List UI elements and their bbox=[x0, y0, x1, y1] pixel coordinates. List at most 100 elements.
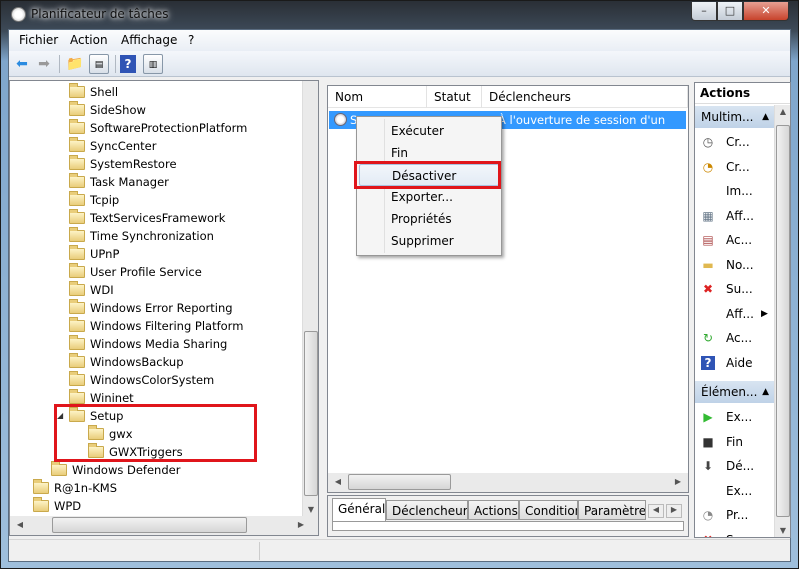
close-button[interactable]: ✕ bbox=[743, 2, 789, 21]
task-list-horizontal-scrollbar[interactable]: ◀ ▶ bbox=[328, 473, 688, 492]
action-pane-icon[interactable]: ▥ bbox=[143, 54, 163, 74]
context-menu-item-3[interactable]: Exporter... bbox=[391, 186, 453, 208]
tree-item-label: Windows Media Sharing bbox=[90, 337, 228, 351]
scroll-right-arrow[interactable]: ▶ bbox=[293, 520, 309, 529]
tab-1[interactable]: Déclencheurs bbox=[386, 500, 468, 520]
collapse-arrow-icon[interactable]: ▲ bbox=[762, 106, 769, 128]
menu-fichier[interactable]: Fichier bbox=[19, 33, 58, 47]
action-item[interactable]: ⬇ Dé... bbox=[695, 454, 775, 478]
tree-item-windows-defender[interactable]: Windows Defender bbox=[10, 461, 300, 479]
tree-item-label: Task Manager bbox=[90, 175, 169, 189]
tree-item-windows-media-sharing[interactable]: Windows Media Sharing bbox=[10, 335, 300, 353]
actions-pane: Actions Multim... ▲ ◷ Cr... ◔ Cr... Im... ▦ Aff.… bbox=[694, 82, 791, 538]
tree-item-softwareprotectionplatform[interactable]: SoftwareProtectionPlatform bbox=[10, 119, 300, 137]
folder-icon bbox=[69, 227, 85, 242]
tree-item-label: WindowsBackup bbox=[90, 355, 184, 369]
maximize-button[interactable]: □ bbox=[717, 2, 743, 21]
tree-item-windows-filtering-platform[interactable]: Windows Filtering Platform bbox=[10, 317, 300, 335]
tree-item-upnp[interactable]: UPnP bbox=[10, 245, 300, 263]
folder-up-icon[interactable]: 📁 bbox=[65, 54, 85, 74]
tree-item-sideshow[interactable]: SideShow bbox=[10, 101, 300, 119]
tab-3[interactable]: Conditions bbox=[519, 500, 578, 520]
tree-item-wdi[interactable]: WDI bbox=[10, 281, 300, 299]
scroll-left-arrow[interactable]: ◀ bbox=[12, 520, 28, 529]
scroll-left-arrow[interactable]: ◀ bbox=[330, 477, 346, 486]
action-item[interactable]: ✖ Su... bbox=[695, 277, 775, 301]
tab-0[interactable]: Général bbox=[332, 498, 386, 522]
action-item[interactable]: ◷ Cr... bbox=[695, 130, 775, 154]
context-menu-item-0[interactable]: Exécuter bbox=[391, 120, 444, 142]
menu-action[interactable]: Action bbox=[70, 33, 108, 47]
tree-item-windows-error-reporting[interactable]: Windows Error Reporting bbox=[10, 299, 300, 317]
action-item[interactable]: Aff... ▶ bbox=[695, 302, 775, 326]
title-bar[interactable]: Planificateur de tâches – □ ✕ bbox=[1, 1, 799, 29]
folder-icon bbox=[69, 281, 85, 296]
scroll-thumb[interactable] bbox=[52, 517, 247, 533]
tree-item-synccenter[interactable]: SyncCenter bbox=[10, 137, 300, 155]
action-item[interactable]: ↻ Ac... bbox=[695, 326, 775, 350]
action-item[interactable]: ▦ Aff... bbox=[695, 204, 775, 228]
tree-item-user-profile-service[interactable]: User Profile Service bbox=[10, 263, 300, 281]
column-statut[interactable]: Statut bbox=[427, 86, 482, 108]
tree-item-tcpip[interactable]: Tcpip bbox=[10, 191, 300, 209]
action-item[interactable]: ◔ Cr... bbox=[695, 155, 775, 179]
action-item[interactable]: ▶ Ex... bbox=[695, 405, 775, 429]
scroll-down-arrow[interactable]: ▼ bbox=[303, 505, 318, 514]
action-label: Su... bbox=[726, 528, 753, 538]
tree-item-shell[interactable]: Shell bbox=[10, 83, 300, 101]
action-item[interactable]: ◔ Pr... bbox=[695, 503, 775, 527]
tree-item-r-1n-kms[interactable]: R@1n-KMS bbox=[10, 479, 300, 497]
action-item[interactable]: Ex... bbox=[695, 479, 775, 503]
collapse-arrow-icon[interactable]: ▲ bbox=[762, 381, 769, 403]
back-icon[interactable]: ⬅ bbox=[12, 54, 32, 74]
actions-vertical-scrollbar[interactable]: ▲ ▼ bbox=[774, 105, 790, 537]
column-nom[interactable]: Nom bbox=[328, 86, 427, 108]
scroll-down-arrow[interactable]: ▼ bbox=[775, 526, 790, 535]
enable-history-icon: ▤ bbox=[702, 233, 714, 247]
tree-horizontal-scrollbar[interactable]: ◀ ▶ bbox=[10, 516, 318, 535]
action-label: Ac... bbox=[726, 233, 753, 247]
tree-vertical-scrollbar[interactable]: ▼ bbox=[302, 81, 318, 516]
help-icon[interactable]: ? bbox=[120, 55, 136, 73]
tree-item-textservicesframework[interactable]: TextServicesFramework bbox=[10, 209, 300, 227]
minimize-button[interactable]: – bbox=[691, 2, 717, 21]
action-item[interactable]: Im... bbox=[695, 179, 775, 203]
context-menu-item-4[interactable]: Propriétés bbox=[391, 208, 452, 230]
tree-item-label: Windows Filtering Platform bbox=[90, 319, 244, 333]
console-tree-icon[interactable]: ▤ bbox=[89, 54, 109, 74]
tree-item-wpd[interactable]: WPD bbox=[10, 497, 300, 515]
scroll-thumb[interactable] bbox=[776, 125, 790, 517]
section-title: Multim... bbox=[701, 110, 754, 124]
tree-item-systemrestore[interactable]: SystemRestore bbox=[10, 155, 300, 173]
tab-2[interactable]: Actions bbox=[468, 500, 519, 520]
context-menu-item-5[interactable]: Supprimer bbox=[391, 230, 454, 252]
action-item[interactable]: ✖ Su... bbox=[695, 528, 775, 538]
action-item[interactable]: ■ Fin bbox=[695, 430, 775, 454]
scroll-thumb[interactable] bbox=[348, 474, 451, 490]
column-declencheurs[interactable]: Déclencheurs bbox=[482, 86, 688, 108]
action-label: Su... bbox=[726, 282, 753, 296]
tab-scroll-right[interactable]: ▶ bbox=[666, 504, 682, 518]
menu-help[interactable]: ? bbox=[188, 33, 194, 47]
tree-item-windowscolorsystem[interactable]: WindowsColorSystem bbox=[10, 371, 300, 389]
tree-item-label: WindowsColorSystem bbox=[90, 373, 215, 387]
actions-section-header[interactable]: Élémen... ▲ bbox=[695, 381, 775, 403]
folder-icon bbox=[69, 83, 85, 98]
delete-icon: ✖ bbox=[701, 533, 715, 538]
scroll-thumb[interactable] bbox=[304, 331, 318, 496]
tree-item-windowsbackup[interactable]: WindowsBackup bbox=[10, 353, 300, 371]
tree-item-time-synchronization[interactable]: Time Synchronization bbox=[10, 227, 300, 245]
tree-item-task-manager[interactable]: Task Manager bbox=[10, 173, 300, 191]
forward-icon[interactable]: ➡ bbox=[34, 54, 54, 74]
toolbar: ⬅ ➡ 📁 ▤ ? ▥ bbox=[9, 51, 790, 77]
scroll-right-arrow[interactable]: ▶ bbox=[670, 477, 686, 486]
action-item[interactable]: ▬ No... bbox=[695, 253, 775, 277]
tab-scroll-left[interactable]: ◀ bbox=[648, 504, 664, 518]
tab-4[interactable]: Paramètre bbox=[578, 500, 646, 520]
scroll-up-arrow[interactable]: ▲ bbox=[775, 107, 790, 116]
action-item[interactable]: ? Aide bbox=[695, 351, 775, 375]
menu-affichage[interactable]: Affichage bbox=[121, 33, 177, 47]
actions-section-header[interactable]: Multim... ▲ bbox=[695, 106, 775, 128]
folder-icon bbox=[69, 119, 85, 134]
action-item[interactable]: ▤ Ac... bbox=[695, 228, 775, 252]
